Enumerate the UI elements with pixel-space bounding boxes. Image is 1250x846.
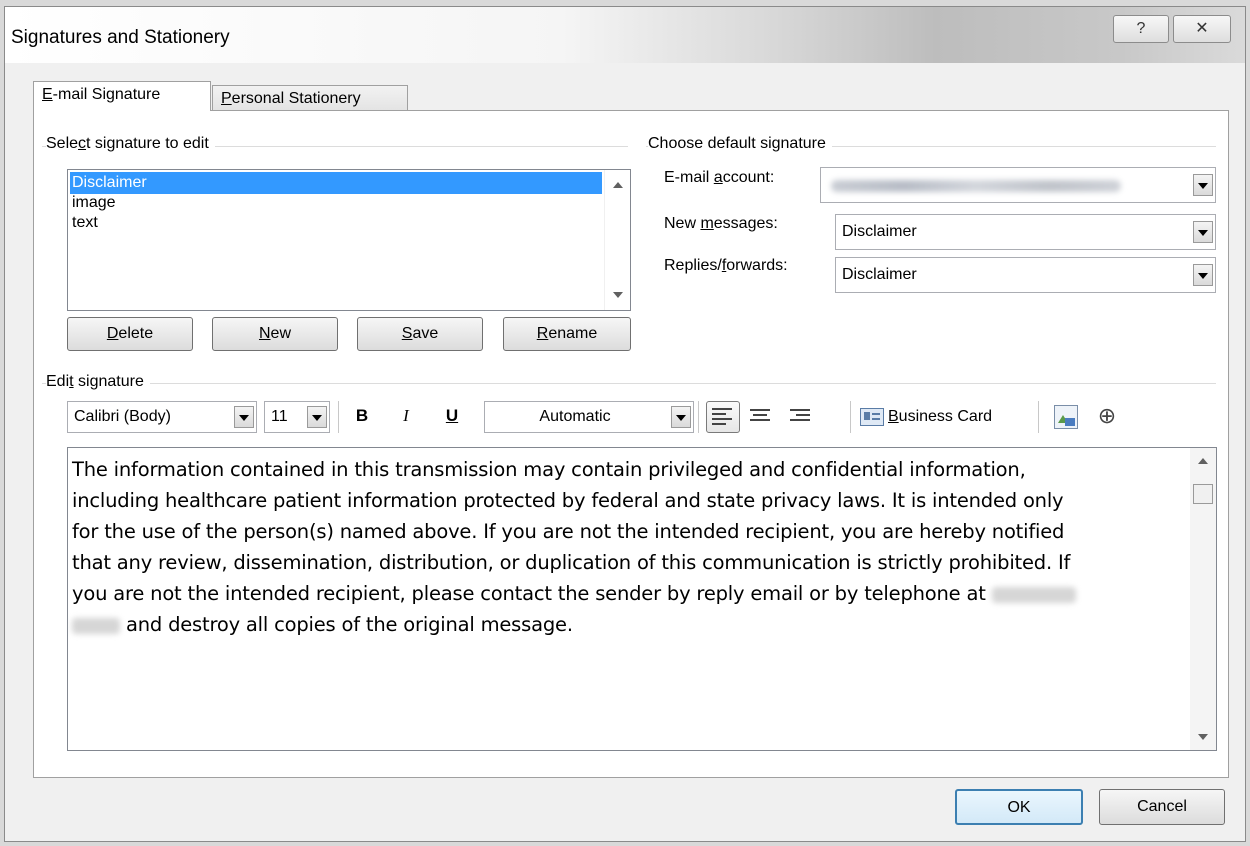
tab-label: ersonal Stationery <box>231 90 361 107</box>
chevron-down-icon[interactable] <box>671 406 691 428</box>
align-right-button[interactable] <box>790 407 812 427</box>
italic-button[interactable]: I <box>392 401 420 431</box>
toolbar-separator <box>850 401 851 433</box>
edit-signature-label: Edit signature <box>46 373 150 391</box>
hyperlink-icon: ⊕ <box>1097 403 1117 428</box>
tab-accel: P <box>221 90 232 107</box>
signature-line: and destroy all copies of the original m… <box>72 609 1182 640</box>
redacted-phone <box>991 586 1076 603</box>
signatures-dialog: Signatures and Stationery ? ✕ E-mail Sig… <box>4 6 1246 842</box>
scroll-up-icon[interactable] <box>1198 458 1208 464</box>
scroll-up-icon[interactable] <box>613 182 623 188</box>
replies-forwards-select[interactable]: Disclaimer <box>835 257 1216 293</box>
email-account-select[interactable] <box>820 167 1216 203</box>
dialog-title: Signatures and Stationery <box>11 27 230 48</box>
font-size-value: 11 <box>271 408 288 425</box>
editor-scrollbar[interactable] <box>1190 448 1216 750</box>
delete-button[interactable]: Delete <box>67 317 193 351</box>
email-account-label: E-mail account: <box>664 169 775 186</box>
new-messages-label: New messages: <box>664 215 778 232</box>
font-select[interactable]: Calibri (Body) <box>67 401 257 433</box>
signature-line: you are not the intended recipient, plea… <box>72 578 1182 609</box>
align-center-icon <box>750 409 772 427</box>
replies-forwards-value: Disclaimer <box>842 266 917 283</box>
align-left-icon <box>712 408 734 426</box>
default-signature-label: Choose default signature <box>648 135 832 153</box>
chevron-down-icon[interactable] <box>234 406 254 428</box>
tab-panel: Select signature to edit Disclaimer imag… <box>33 110 1229 778</box>
font-color-value: Automatic <box>539 408 611 425</box>
chevron-down-icon[interactable] <box>307 406 327 428</box>
signature-line: The information contained in this transm… <box>72 458 1026 481</box>
signature-text[interactable]: The information contained in this transm… <box>72 454 1182 640</box>
scroll-down-icon[interactable] <box>1198 734 1208 740</box>
toolbar-separator <box>338 401 339 433</box>
tab-label: -mail Signature <box>52 86 161 103</box>
chevron-down-icon[interactable] <box>1193 264 1213 286</box>
insert-picture-button[interactable] <box>1054 405 1078 429</box>
select-signature-label: Select signature to edit <box>46 135 215 153</box>
list-scrollbar[interactable] <box>604 170 630 310</box>
redacted-phone <box>72 617 120 634</box>
chevron-down-icon[interactable] <box>1193 174 1213 196</box>
signature-line: that any review, dissemination, distribu… <box>72 551 1071 574</box>
group-divider <box>42 383 1216 384</box>
align-right-icon <box>790 409 812 427</box>
toolbar-separator <box>1038 401 1039 433</box>
tab-accel: E <box>42 86 53 103</box>
save-button[interactable]: Save <box>357 317 483 351</box>
scroll-down-icon[interactable] <box>613 292 623 298</box>
toolbar-separator <box>698 401 699 433</box>
business-card-button[interactable]: Business Card <box>860 403 1032 431</box>
signature-editor[interactable]: The information contained in this transm… <box>67 447 1217 751</box>
title-bar: Signatures and Stationery ? ✕ <box>5 7 1245 63</box>
font-value: Calibri (Body) <box>74 408 171 425</box>
scroll-thumb[interactable] <box>1193 484 1213 504</box>
list-item-disclaimer[interactable]: Disclaimer <box>70 172 602 194</box>
bold-button[interactable]: B <box>348 401 376 431</box>
chevron-down-icon[interactable] <box>1193 221 1213 243</box>
replies-forwards-label: Replies/forwards: <box>664 257 788 274</box>
underline-button[interactable]: U <box>438 401 466 431</box>
list-item-text[interactable]: text <box>68 212 630 234</box>
rename-button[interactable]: Rename <box>503 317 631 351</box>
signature-list[interactable]: Disclaimer image text <box>67 169 631 311</box>
business-card-icon <box>860 407 884 426</box>
redacted-email <box>831 180 1121 192</box>
close-button[interactable]: ✕ <box>1173 15 1231 43</box>
help-button[interactable]: ? <box>1113 15 1169 43</box>
font-color-select[interactable]: Automatic <box>484 401 694 433</box>
new-messages-value: Disclaimer <box>842 223 917 240</box>
tab-personal-stationery[interactable]: Personal Stationery <box>212 85 408 113</box>
hyperlink-button[interactable]: ⊕ <box>1092 401 1122 431</box>
new-messages-select[interactable]: Disclaimer <box>835 214 1216 250</box>
signature-line: including healthcare patient information… <box>72 489 1064 512</box>
new-button[interactable]: New <box>212 317 338 351</box>
align-center-button[interactable] <box>750 407 772 427</box>
ok-button[interactable]: OK <box>955 789 1083 825</box>
list-item-image[interactable]: image <box>68 192 630 214</box>
align-left-button[interactable] <box>706 401 740 433</box>
signature-line: for the use of the person(s) named above… <box>72 520 1065 543</box>
tab-email-signature[interactable]: E-mail Signature <box>33 81 211 111</box>
cancel-button[interactable]: Cancel <box>1099 789 1225 825</box>
font-size-select[interactable]: 11 <box>264 401 330 433</box>
